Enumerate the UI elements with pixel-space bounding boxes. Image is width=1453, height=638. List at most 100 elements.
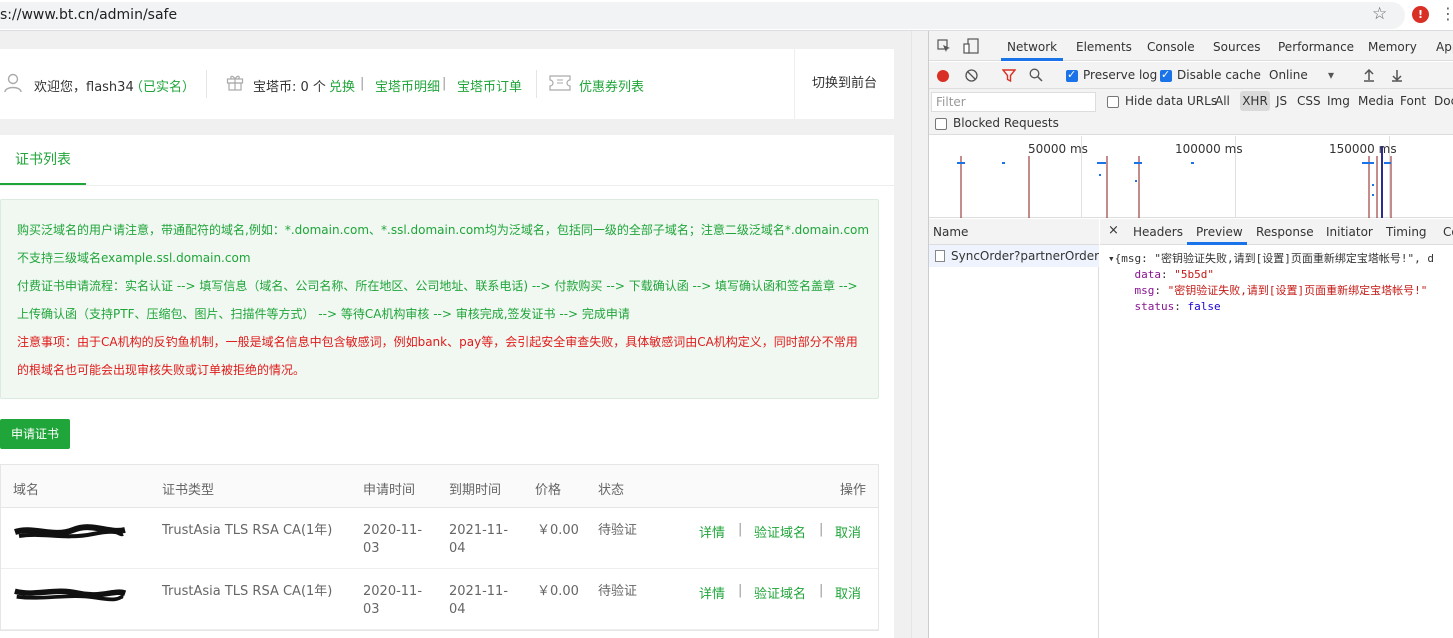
preserve-log-checkbox[interactable] (1066, 68, 1078, 82)
detail-link[interactable]: 详情 (699, 522, 725, 541)
header-apply-time: 申请时间 (363, 483, 416, 498)
type-filter-doc[interactable]: Doc (1434, 94, 1453, 108)
type-filter-css[interactable]: CSS (1297, 94, 1321, 108)
tab-response[interactable]: Response (1256, 225, 1314, 239)
browser-menu-icon[interactable]: ⋮ (1440, 4, 1453, 23)
disable-cache-checkbox[interactable] (1160, 68, 1172, 82)
notice-line: 购买泛域名的用户请注意，带通配符的域名,例如：*.domain.com、*.ss… (17, 223, 870, 237)
price: ￥0.00 (537, 523, 579, 538)
devtools-panel: Network Elements Console Sources Perform… (928, 31, 1453, 638)
coin-detail-link[interactable]: 宝塔币明细 (375, 76, 440, 95)
hide-data-urls-checkbox[interactable] (1107, 96, 1119, 108)
redacted-domain (14, 588, 127, 602)
extension-alert-icon[interactable]: ! (1412, 6, 1429, 23)
close-icon[interactable]: × (1108, 223, 1119, 238)
header-actions: 操作 (839, 483, 866, 498)
tab-preview[interactable]: Preview (1196, 225, 1243, 239)
divider (206, 70, 207, 98)
verified-link[interactable]: （已实名） (130, 76, 195, 95)
tab-performance[interactable]: Performance (1278, 40, 1354, 54)
clear-icon[interactable] (965, 69, 978, 82)
separator: | (738, 583, 743, 598)
type-filter-all[interactable]: All (1215, 94, 1230, 108)
hide-data-urls-label: Hide data URLs (1125, 94, 1218, 108)
table-header: 域名 证书类型 申请时间 到期时间 价格 状态 操作 (1, 465, 878, 508)
tab-certificate-list[interactable]: 证书列表 (0, 135, 86, 185)
coin-orders-link[interactable]: 宝塔币订单 (457, 76, 522, 95)
expire-time: 2021-11- 04 (449, 584, 509, 617)
tab-sources[interactable]: Sources (1213, 40, 1260, 54)
redacted-domain (14, 524, 126, 539)
cancel-link[interactable]: 取消 (835, 522, 861, 541)
filter-input[interactable]: Filter (931, 92, 1096, 112)
record-icon[interactable] (937, 70, 949, 82)
type-filter-font[interactable]: Font (1400, 94, 1426, 108)
tab-elements[interactable]: Elements (1076, 40, 1132, 54)
devtools-tabbar: Network Elements Console Sources Perform… (929, 31, 1453, 61)
divider (536, 70, 537, 98)
cert-type: TrustAsia TLS RSA CA(1年) (162, 584, 333, 599)
notice-box: 购买泛域名的用户请注意，带通配符的域名,例如：*.domain.com、*.ss… (0, 199, 879, 399)
json-preview[interactable]: ▾{msg: "密钥验证失败,请到[设置]页面重新绑定宝塔帐号!", d dat… (1108, 251, 1434, 315)
timeline-bars (957, 146, 1392, 218)
throttling-select[interactable]: Online (1269, 68, 1308, 82)
verify-domain-link[interactable]: 验证域名 (754, 583, 806, 602)
detail-link[interactable]: 详情 (699, 583, 725, 602)
blocked-requests-checkbox[interactable] (935, 118, 947, 130)
separator: | (819, 583, 824, 598)
type-filter-media[interactable]: Media (1358, 94, 1394, 108)
tab-cookies[interactable]: Co (1443, 225, 1453, 239)
header-price: 价格 (535, 483, 562, 498)
expire-time: 2021-11- 04 (449, 523, 509, 556)
tab-console[interactable]: Console (1147, 40, 1195, 54)
status: 待验证 (598, 584, 638, 599)
network-toolbar: Preserve log Disable cache Online ▾ (929, 62, 1453, 89)
network-overview-timeline[interactable]: 50000 ms 100000 ms 150000 ms (929, 136, 1453, 218)
detail-tabbar: × Headers Preview Response Initiator Tim… (1100, 219, 1453, 245)
type-filter-xhr[interactable]: XHR (1240, 91, 1270, 111)
blocked-requests-label: Blocked Requests (953, 116, 1059, 130)
separator: | (819, 522, 824, 537)
tab-timing[interactable]: Timing (1386, 225, 1427, 239)
tab-initiator[interactable]: Initiator (1326, 225, 1373, 239)
cancel-link[interactable]: 取消 (835, 583, 861, 602)
tab-memory[interactable]: Memory (1368, 40, 1417, 54)
json-key: msg (1134, 284, 1155, 297)
certificate-table: 域名 证书类型 申请时间 到期时间 价格 状态 操作 TrustAsia TLS… (0, 464, 879, 631)
coin-balance: 宝塔币: 0 个 (253, 80, 326, 95)
export-har-icon[interactable] (1391, 69, 1403, 82)
url-text[interactable]: s://www.bt.cn/admin/safe (0, 7, 177, 23)
page-scrollbar[interactable] (911, 31, 928, 638)
request-row[interactable]: SyncOrder?partnerOrderI... (929, 245, 1099, 267)
search-icon[interactable] (1029, 68, 1043, 82)
type-filter-js[interactable]: JS (1276, 94, 1287, 108)
browser-toolbar: s://www.bt.cn/admin/safe ☆ ! ⋮ (0, 0, 1453, 31)
apply-certificate-button[interactable]: 申请证书 (0, 419, 70, 449)
exchange-link[interactable]: 兑换 (329, 76, 355, 95)
type-filter-img[interactable]: Img (1327, 94, 1350, 108)
bookmark-star-icon[interactable]: ☆ (1372, 4, 1387, 24)
user-info-bar: 欢迎您，flash34 （已实名） 宝塔币: 0 个 兑换 | 宝塔币明细 | … (0, 49, 894, 119)
tab-headers[interactable]: Headers (1133, 225, 1183, 239)
name-column-header[interactable]: Name (929, 219, 1099, 245)
chevron-down-icon[interactable]: ▾ (1328, 68, 1334, 82)
expand-triangle-icon[interactable]: ▾ (1108, 252, 1115, 265)
switch-to-front-button[interactable]: 切换到前台 (794, 49, 894, 119)
address-bar[interactable]: s://www.bt.cn/admin/safe (0, 2, 1405, 29)
inspect-element-icon[interactable] (937, 39, 951, 53)
header-domain: 域名 (13, 483, 40, 498)
json-value: "5b5d" (1174, 268, 1214, 281)
active-tab-indicator (1001, 58, 1063, 61)
notice-line: 不支持三级域名example.ssl.domain.com (17, 251, 251, 265)
coupon-list-link[interactable]: 优惠券列表 (579, 76, 644, 95)
tab-divider (0, 185, 894, 186)
device-toolbar-icon[interactable] (963, 38, 979, 54)
filter-icon[interactable] (1002, 69, 1016, 82)
verify-domain-link[interactable]: 验证域名 (754, 522, 806, 541)
tab-application[interactable]: App (1436, 40, 1453, 54)
json-value: false (1187, 300, 1221, 313)
tab-network[interactable]: Network (1007, 40, 1057, 54)
import-har-icon[interactable] (1363, 69, 1375, 82)
apply-time: 2020-11- 03 (363, 584, 423, 617)
cert-type: TrustAsia TLS RSA CA(1年) (162, 523, 333, 538)
